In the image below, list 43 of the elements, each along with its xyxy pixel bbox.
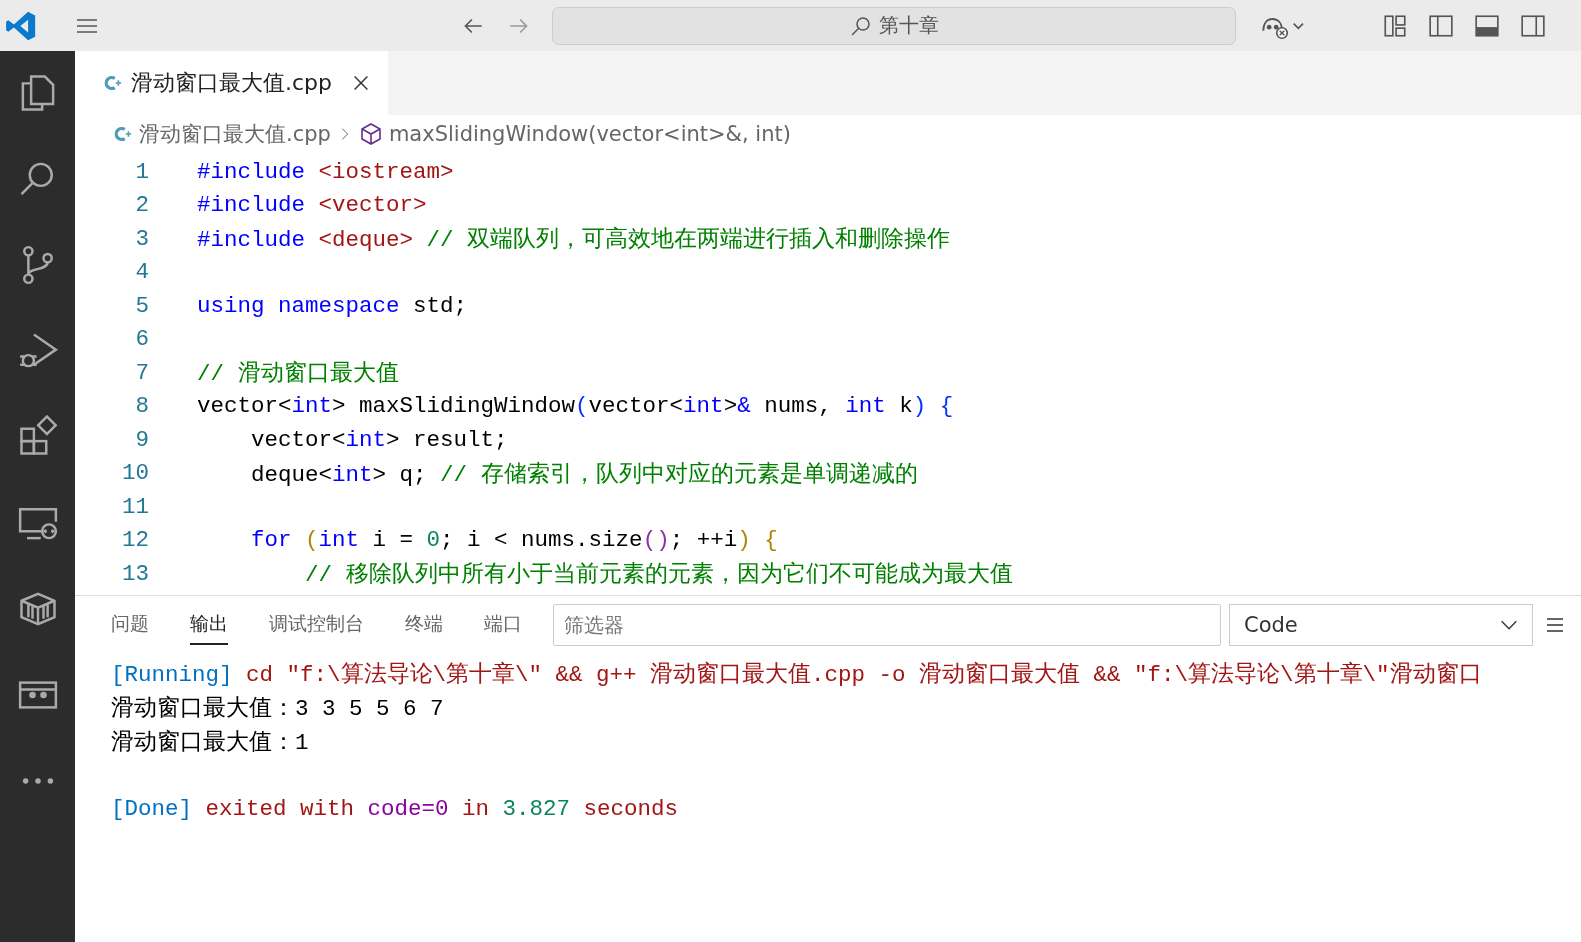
code-line: // 滑动窗口最大值 (197, 359, 399, 389)
panel-tab[interactable]: 问题 (111, 605, 149, 645)
cube-icon (358, 122, 383, 146)
line-number: 6 (134, 326, 149, 353)
line-number: 2 (134, 192, 149, 219)
code-line: deque<int> q; // 存储索引，队列中对应的元素是单调递减的 (250, 460, 918, 489)
output-line: [Done] exited with code=0 in 3.827 seconds (111, 796, 679, 822)
code-line: #include <vector> (197, 192, 427, 219)
panel-tab[interactable]: 端口 (484, 605, 522, 645)
line-number: 7 (134, 359, 149, 386)
output-line: 滑动窗口最大值：3 3 5 5 6 7 (111, 694, 444, 723)
code-line: for (int i = 0; i < nums.size(); ++i) { (250, 527, 778, 554)
line-number: 5 (134, 292, 149, 319)
line-number: 10 (121, 460, 149, 487)
code-line: vector<int> maxSlidingWindow(vector<int>& nums, int k) { (197, 393, 954, 420)
line-number: 12 (121, 527, 149, 554)
layout-icon[interactable] (1382, 12, 1408, 39)
panel-toggle-icon[interactable] (1474, 12, 1500, 39)
breadcrumb-symbol[interactable]: maxSlidingWindow(vector<int>&, int) (388, 122, 791, 146)
breadcrumb-file[interactable]: 滑动窗口最大值.cpp (139, 120, 331, 148)
line-number: 11 (121, 493, 149, 520)
line-number: 9 (134, 426, 149, 453)
code-line: // 移除队列中所有小于当前元素的元素，因为它们不可能成为最大值 (304, 560, 1013, 590)
channel-dropdown[interactable]: Code (1229, 604, 1533, 646)
line-number: 8 (134, 393, 149, 420)
line-number: 13 (121, 560, 149, 587)
panel-tab[interactable]: 调试控制台 (269, 605, 364, 645)
sidebar-toggle-icon[interactable] (1428, 12, 1454, 39)
output-line: [Running] cd "f:\算法导论\第十章\" && g++ 滑动窗口最大值.cpp -o 滑动窗口最大值 && "f:\算法导论\第十章\"滑动窗口 (111, 660, 1482, 689)
output-line: 滑动窗口最大值：1 (111, 728, 309, 757)
code-line: vector<int> result; (250, 426, 508, 453)
code-line: using namespace std; (197, 292, 468, 319)
secondary-sidebar-icon[interactable] (1520, 12, 1546, 39)
code-line: #include <deque> // 双端队列，可高效地在两端进行插入和删除操作 (197, 225, 951, 255)
filter-field[interactable]: 筛选器 (553, 604, 1221, 646)
line-number: 1 (134, 158, 149, 185)
panel-tab[interactable]: 终端 (405, 605, 443, 645)
code-line: #include <iostream> (197, 158, 454, 185)
panel-tab[interactable]: 输出 (190, 605, 228, 645)
line-number: 3 (134, 225, 149, 252)
command-search-field[interactable]: 第十章 (552, 6, 1236, 45)
editor-tab[interactable]: 滑动窗口最大值.cpp (75, 51, 389, 115)
line-number: 4 (134, 259, 149, 286)
